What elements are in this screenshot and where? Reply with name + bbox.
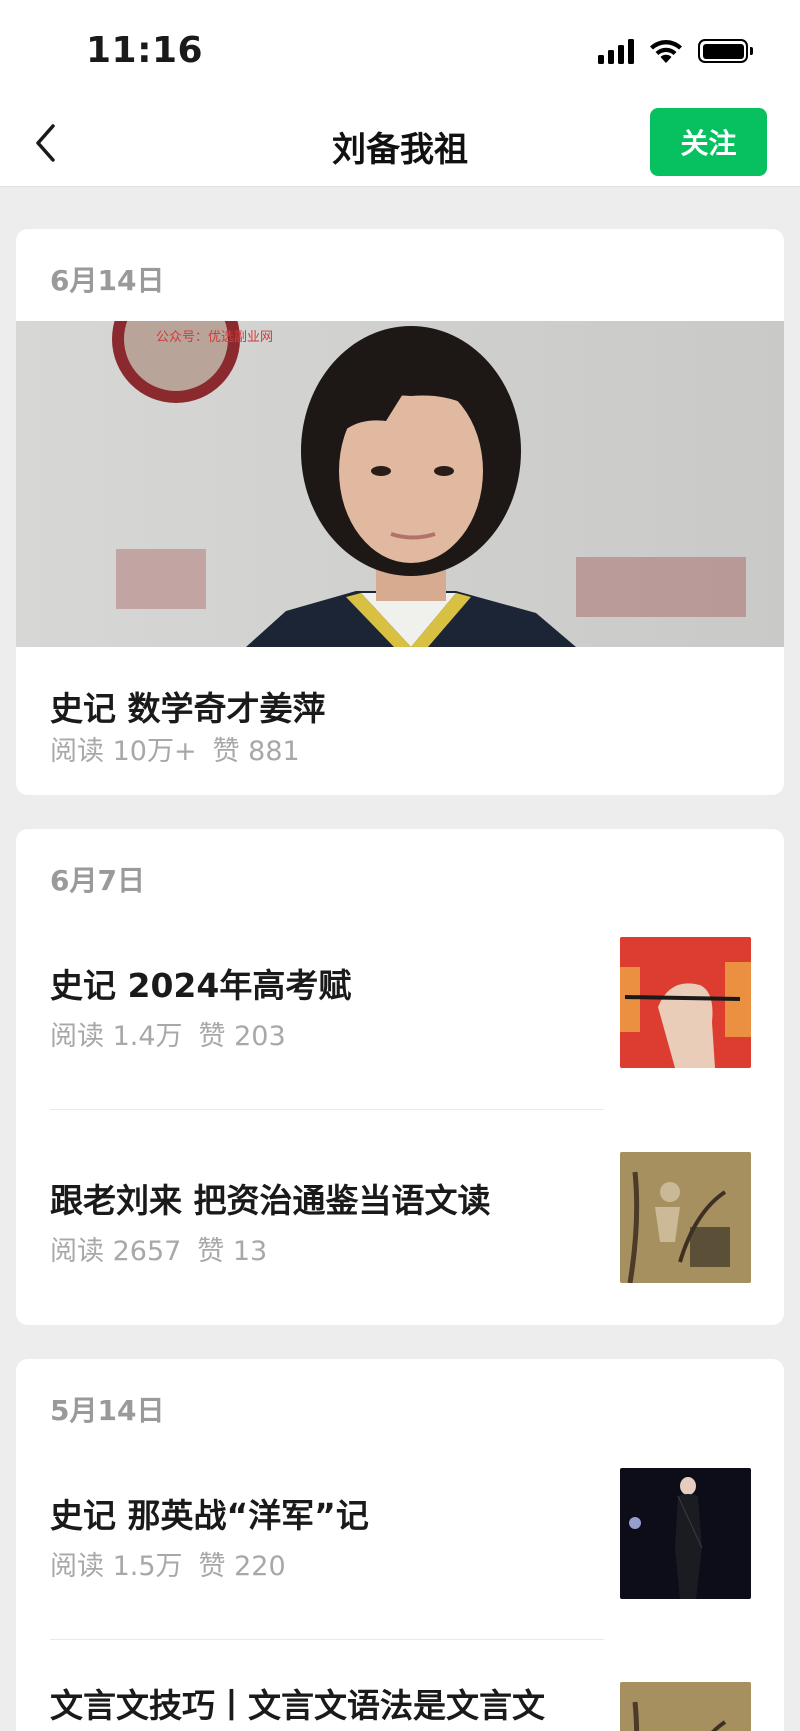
nav-bar: 刘备我祖 关注 [0,100,800,187]
status-icons [598,38,753,64]
read-count: 阅读 1.4万 [50,1021,183,1052]
group-date: 5月14日 [50,1394,165,1427]
article-title: 文言文技巧丨文言文语法是文言文 [50,1686,545,1725]
article-group-card: 6月7日 史记 2024年高考赋 阅读 1.4万赞 203 跟老刘来 把资治通鉴… [16,829,784,1325]
article-thumbnail [620,1468,751,1599]
article-title: 史记 2024年高考赋 [50,966,352,1005]
like-count: 赞 220 [198,1551,286,1582]
signal-icon [598,38,634,64]
follow-button[interactable]: 关注 [650,108,767,176]
divider [50,1109,604,1110]
status-bar: 11:16 [0,0,800,100]
watermark-text: 公众号：优选副业网 [156,330,273,345]
article-meta: 阅读 10万+ 赞 881 [50,729,300,768]
article-title: 史记 那英战“洋军”记 [50,1496,369,1535]
read-count: 阅读 10万+ [50,736,197,767]
article-meta: 阅读 1.5万赞 220 [50,1544,286,1583]
group-date: 6月14日 [50,264,165,297]
like-count: 赞 881 [212,736,300,767]
article-thumbnail [620,1682,751,1731]
article-meta: 阅读 1.4万赞 203 [50,1014,286,1053]
read-count: 阅读 2657 [50,1236,182,1267]
article-group-card: 6月14日 公众号：优选副业网 史记 数学奇才姜萍 阅读 10万+ 赞 881 [16,229,784,795]
article-meta: 阅读 2657 赞 13 [50,1229,267,1268]
article-title: 史记 数学奇才姜萍 [50,689,326,728]
article-group-card: 5月14日 史记 那英战“洋军”记 阅读 1.5万赞 220 文言文技巧丨文言文… [16,1359,784,1731]
wifi-icon [650,40,682,63]
like-count: 赞 13 [197,1236,268,1267]
status-time: 11:16 [86,30,204,71]
read-count: 阅读 1.5万 [50,1551,183,1582]
battery-icon [698,39,753,63]
group-date: 6月7日 [50,864,145,897]
article-title: 跟老刘来 把资治通鉴当语文读 [50,1181,491,1220]
article-thumbnail [620,937,751,1068]
like-count: 赞 203 [198,1021,286,1052]
article-thumbnail [620,1152,751,1283]
divider [50,1639,604,1640]
article-hero-image: 公众号：优选副业网 [16,321,784,647]
